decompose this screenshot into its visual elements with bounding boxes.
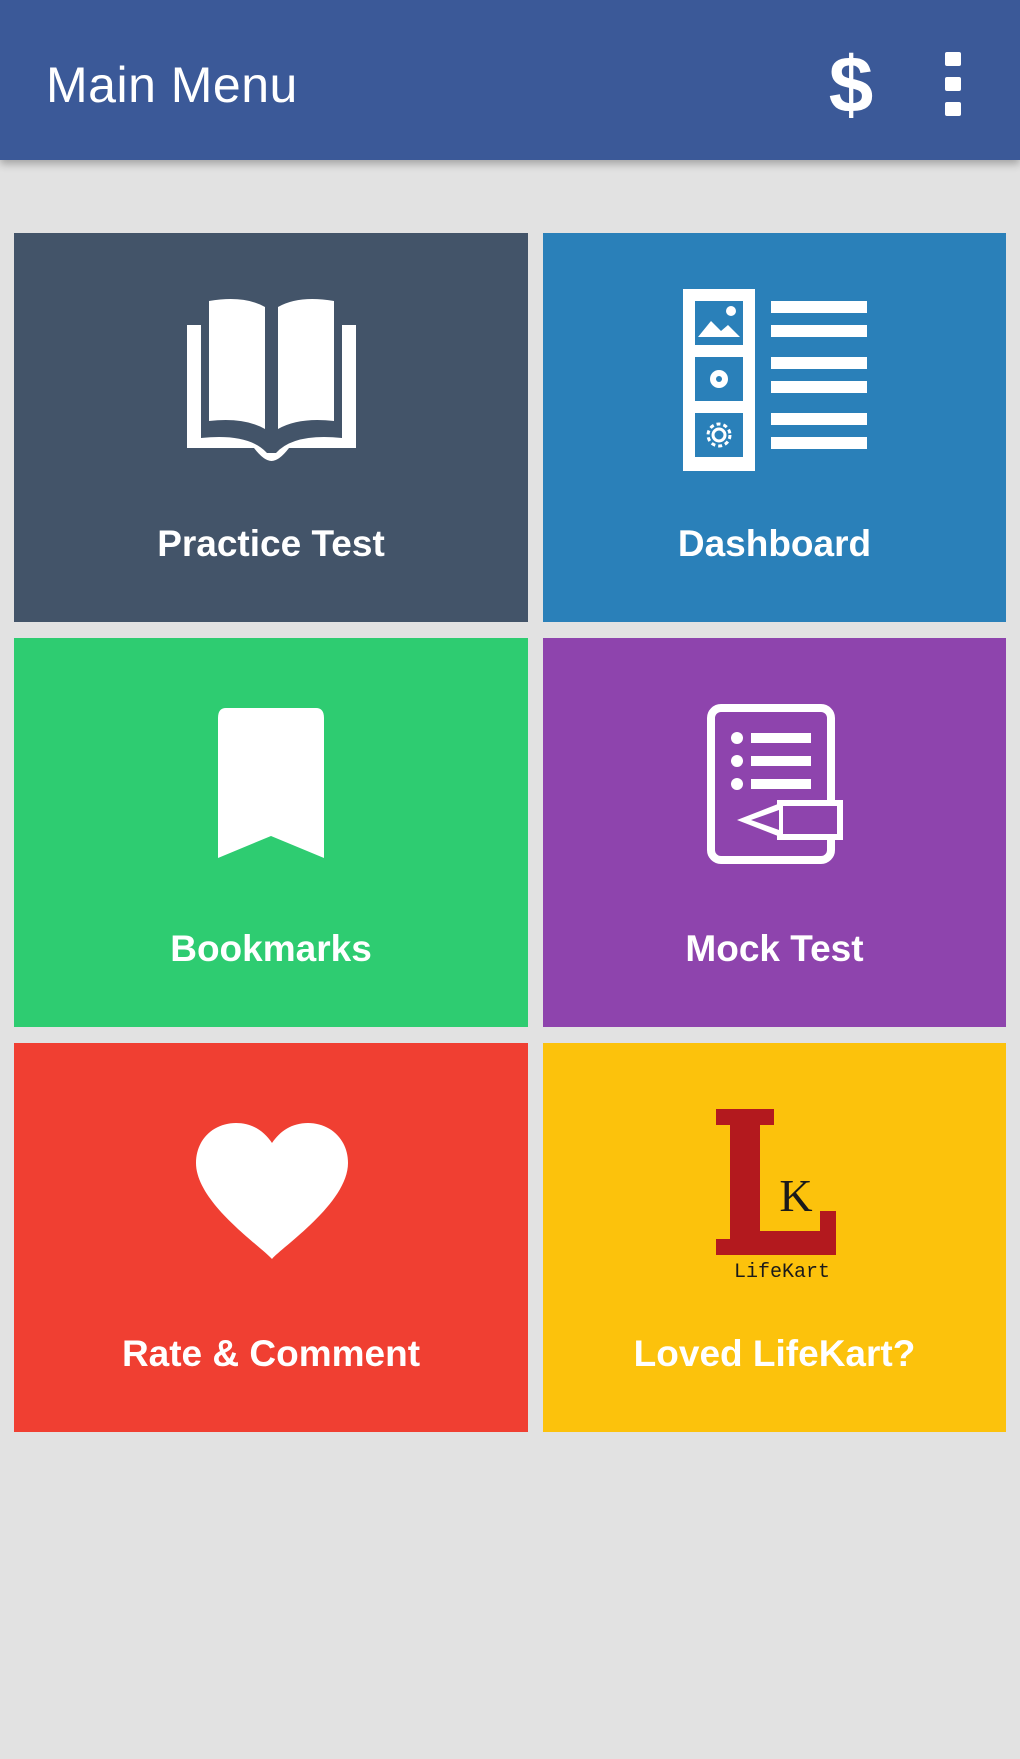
bookmarks-label: Bookmarks (170, 928, 372, 969)
loved-lifekart-label: Loved LifeKart? (633, 1333, 916, 1374)
mock-test-tile[interactable]: Mock Test (543, 638, 1006, 1027)
svg-text:K: K (779, 1170, 812, 1221)
dashboard-tile[interactable]: Dashboard (543, 233, 1006, 622)
more-options-button[interactable] (918, 44, 988, 124)
lifekart-logo-text: LifeKart (734, 1261, 830, 1283)
practice-test-tile[interactable]: Practice Test (14, 233, 528, 622)
rate-comment-tile[interactable]: Rate & Comment (14, 1043, 528, 1432)
more-vert-icon (945, 52, 961, 116)
dashboard-label: Dashboard (677, 523, 872, 564)
lifekart-logo: K LifeKart (716, 1109, 836, 1283)
practice-test-label: Practice Test (157, 523, 385, 564)
app-bar: Main Menu $ (0, 0, 1020, 160)
dollar-icon: $ (829, 40, 874, 129)
open-book-icon (187, 299, 356, 461)
loved-lifekart-tile[interactable]: K LifeKart Loved LifeKart? (543, 1043, 1006, 1432)
bookmarks-tile[interactable]: Bookmarks (14, 638, 528, 1027)
rate-comment-label: Rate & Comment (121, 1333, 421, 1374)
dashboard-icon (683, 289, 867, 471)
test-paper-pencil-icon (707, 704, 843, 864)
svg-text:$: $ (829, 42, 874, 124)
dollar-button[interactable]: $ (812, 40, 890, 129)
mock-test-label: Mock Test (685, 928, 864, 969)
heart-icon (196, 1123, 348, 1259)
bookmark-icon (218, 708, 324, 858)
page-title: Main Menu (46, 57, 298, 113)
